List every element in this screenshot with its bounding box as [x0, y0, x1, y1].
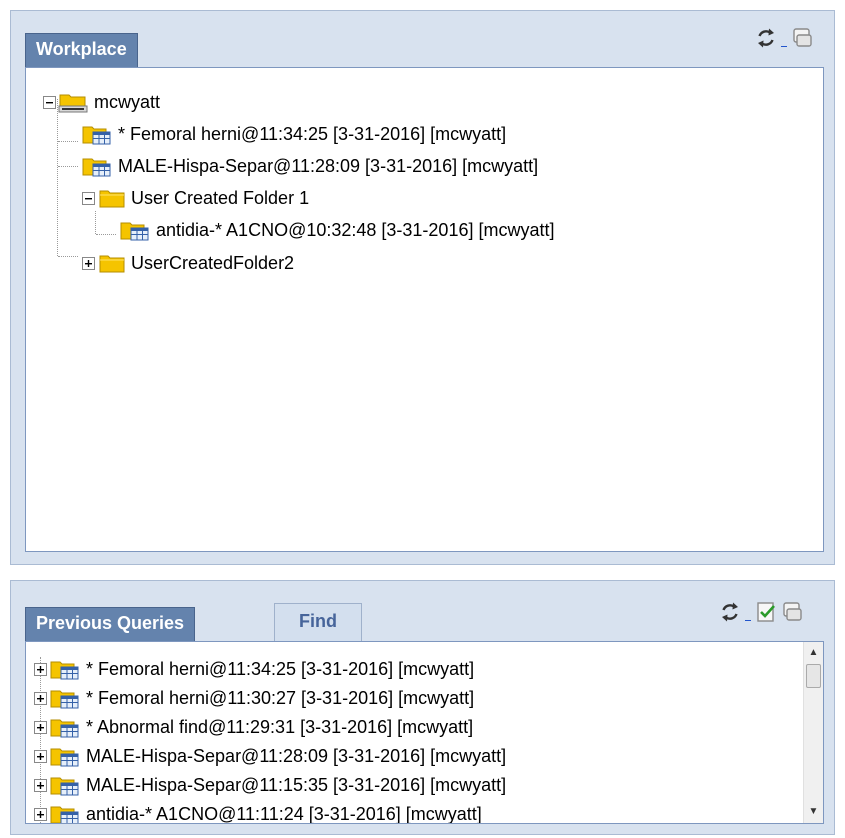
- list-item-query[interactable]: * Femoral herni@11:34:25 [3-31-2016] [mc…: [34, 654, 474, 684]
- query-folder-icon: [50, 690, 79, 709]
- tree-node-label: UserCreatedFolder2: [131, 252, 295, 273]
- tree-folder-user-created-folder-1[interactable]: User Created Folder 1: [82, 183, 309, 213]
- vertical-scrollbar[interactable]: ▲ ▼: [803, 642, 823, 823]
- list-item-label: * Femoral herni@11:34:25 [3-31-2016] [mc…: [86, 658, 475, 679]
- workplace-panel: Workplace mcwyatt * Femoral herni@11:34:…: [10, 10, 835, 565]
- tree-item-query[interactable]: * Femoral herni@11:34:25 [3-31-2016] [mc…: [82, 119, 506, 149]
- tab-previous-queries[interactable]: Previous Queries: [25, 607, 196, 641]
- tree-item-query[interactable]: antidia-* A1CNO@10:32:48 [3-31-2016] [mc…: [120, 215, 554, 245]
- link-underline: [745, 620, 751, 621]
- list-item-query[interactable]: antidia-* A1CNO@11:11:24 [3-31-2016] [mc…: [34, 799, 482, 824]
- list-item-query[interactable]: MALE-Hispa-Separ@11:15:35 [3-31-2016] [m…: [34, 770, 506, 800]
- tree-root-mcwyatt[interactable]: mcwyatt: [43, 87, 160, 117]
- tree-node-label: * Femoral herni@11:34:25 [3-31-2016] [mc…: [118, 123, 507, 144]
- plus-box-icon[interactable]: [34, 807, 47, 821]
- query-folder-icon: [50, 719, 79, 738]
- link-underline: [781, 46, 787, 47]
- refresh-icon[interactable]: [755, 27, 777, 49]
- tree-connector: [95, 211, 96, 234]
- folder-icon: [99, 255, 125, 273]
- tree-connector: [57, 99, 58, 256]
- query-folder-icon: [50, 777, 79, 796]
- display-icon[interactable]: [781, 601, 803, 623]
- minus-box-icon[interactable]: [82, 191, 95, 205]
- query-folder-icon: [50, 661, 79, 680]
- query-folder-icon: [82, 126, 111, 145]
- plus-box-icon[interactable]: [34, 749, 47, 763]
- minus-box-icon[interactable]: [43, 95, 56, 109]
- query-folder-icon: [50, 748, 79, 767]
- tree-node-label: MALE-Hispa-Separ@11:28:09 [3-31-2016] [m…: [118, 155, 539, 176]
- tree-node-label: mcwyatt: [94, 91, 161, 112]
- list-item-query[interactable]: * Femoral herni@11:30:27 [3-31-2016] [mc…: [34, 683, 474, 713]
- previous-queries-list: * Femoral herni@11:34:25 [3-31-2016] [mc…: [25, 641, 824, 824]
- list-item-label: antidia-* A1CNO@11:11:24 [3-31-2016] [mc…: [86, 803, 482, 824]
- plus-box-icon[interactable]: [34, 662, 47, 676]
- tree-connector: [96, 234, 116, 235]
- query-folder-icon: [50, 806, 79, 823]
- tab-find[interactable]: Find: [274, 603, 362, 641]
- tree-node-label: User Created Folder 1: [131, 187, 310, 208]
- scroll-thumb[interactable]: [806, 664, 821, 688]
- plus-box-icon[interactable]: [34, 720, 47, 734]
- scroll-up-arrow[interactable]: ▲: [804, 644, 823, 662]
- previous-queries-panel: Previous Queries Find * Femoral herni@11…: [10, 580, 835, 835]
- list-item-label: MALE-Hispa-Separ@11:15:35 [3-31-2016] [m…: [86, 774, 507, 795]
- query-folder-icon: [120, 222, 149, 241]
- tree-node-label: antidia-* A1CNO@10:32:48 [3-31-2016] [mc…: [156, 219, 555, 240]
- tree-item-query[interactable]: MALE-Hispa-Separ@11:28:09 [3-31-2016] [m…: [82, 151, 538, 181]
- tree-connector: [58, 166, 78, 167]
- drive-folder-icon: [58, 94, 88, 113]
- scroll-down-arrow[interactable]: ▼: [804, 803, 823, 821]
- list-item-label: MALE-Hispa-Separ@11:28:09 [3-31-2016] [m…: [86, 745, 507, 766]
- workplace-tree: mcwyatt * Femoral herni@11:34:25 [3-31-2…: [25, 67, 824, 552]
- display-icon[interactable]: [791, 27, 813, 49]
- list-item-query[interactable]: * Abnormal find@11:29:31 [3-31-2016] [mc…: [34, 712, 473, 742]
- list-item-label: * Femoral herni@11:30:27 [3-31-2016] [mc…: [86, 687, 475, 708]
- plus-box-icon[interactable]: [82, 256, 95, 270]
- folder-icon: [99, 190, 125, 208]
- list-item-label: * Abnormal find@11:29:31 [3-31-2016] [mc…: [86, 716, 474, 737]
- plus-box-icon[interactable]: [34, 778, 47, 792]
- plus-box-icon[interactable]: [34, 691, 47, 705]
- list-item-query[interactable]: MALE-Hispa-Separ@11:28:09 [3-31-2016] [m…: [34, 741, 506, 771]
- tree-connector: [58, 141, 78, 142]
- check-document-icon[interactable]: [755, 601, 777, 623]
- tab-workplace[interactable]: Workplace: [25, 33, 138, 67]
- tree-connector: [58, 256, 78, 257]
- refresh-icon[interactable]: [719, 601, 741, 623]
- tree-folder-usercreatedfolder2[interactable]: UserCreatedFolder2: [82, 248, 294, 278]
- query-folder-icon: [82, 158, 111, 177]
